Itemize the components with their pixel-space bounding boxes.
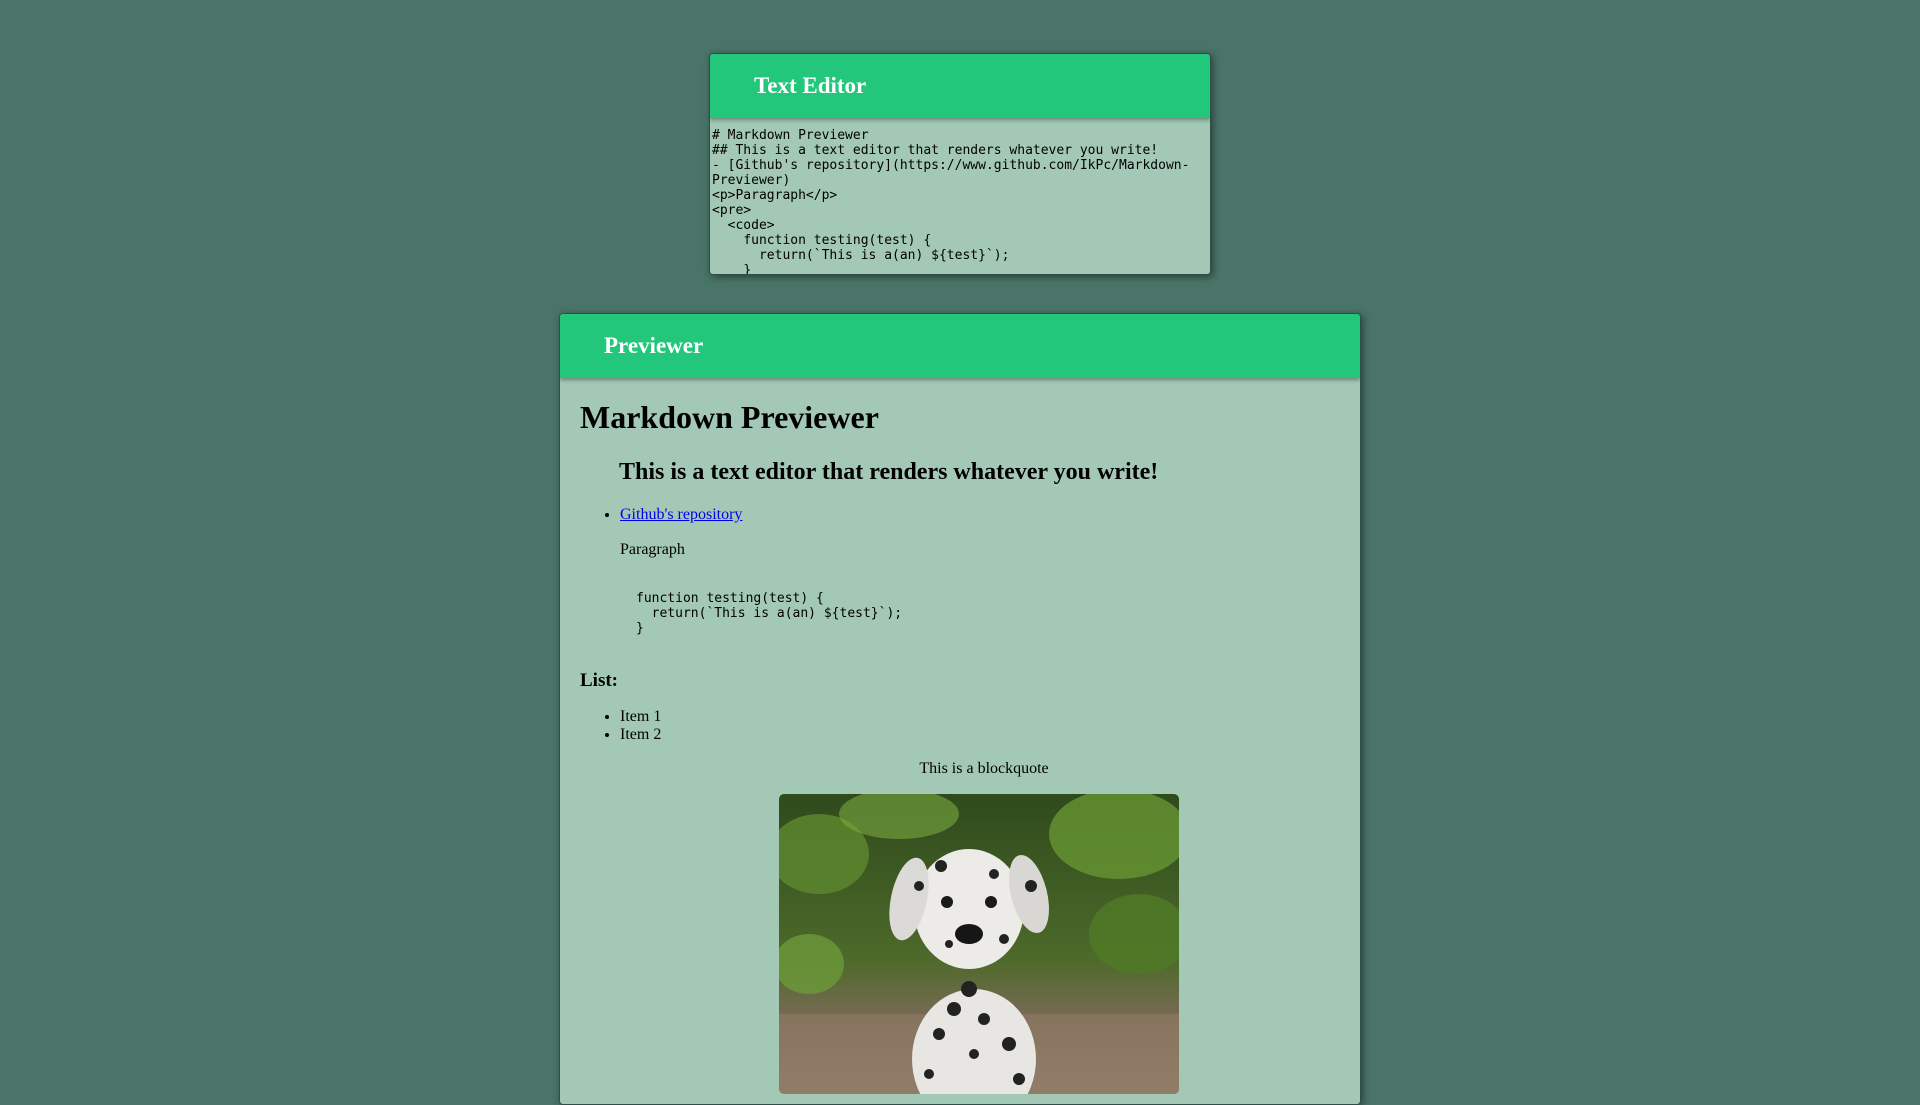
list-item: Github's repository Paragraph function t… bbox=[620, 506, 1340, 636]
editor-textarea-wrapper bbox=[710, 118, 1210, 274]
preview-content: Markdown Previewer This is a text editor… bbox=[560, 398, 1360, 1094]
preview-paragraph: Paragraph bbox=[620, 541, 685, 558]
blockquote: This is a blockquote bbox=[919, 760, 1049, 777]
code-block: function testing(test) { return(`This is… bbox=[636, 591, 903, 636]
editor-panel: Text Editor bbox=[709, 53, 1211, 275]
previewer-title: Previewer bbox=[604, 333, 704, 358]
editor-header: Text Editor bbox=[710, 54, 1210, 118]
preview-heading-1: Markdown Previewer bbox=[580, 399, 879, 435]
editor-title: Text Editor bbox=[754, 73, 867, 98]
preview-heading-2: This is a text editor that renders whate… bbox=[619, 459, 1159, 485]
previewer-panel: Previewer Markdown Previewer This is a t… bbox=[559, 313, 1361, 1105]
dalmatian-puppy-image bbox=[779, 794, 1179, 1094]
list-item: Item 2 bbox=[620, 726, 1340, 744]
items-list: Item 1 Item 2 bbox=[580, 708, 1340, 744]
editor-textarea[interactable] bbox=[710, 118, 1210, 274]
previewer-header: Previewer bbox=[560, 314, 1360, 378]
github-repository-link[interactable]: Github's repository bbox=[620, 506, 742, 523]
list-item: Item 1 bbox=[620, 708, 1340, 726]
list-heading: List: bbox=[580, 670, 618, 691]
link-list: Github's repository Paragraph function t… bbox=[580, 506, 1340, 636]
